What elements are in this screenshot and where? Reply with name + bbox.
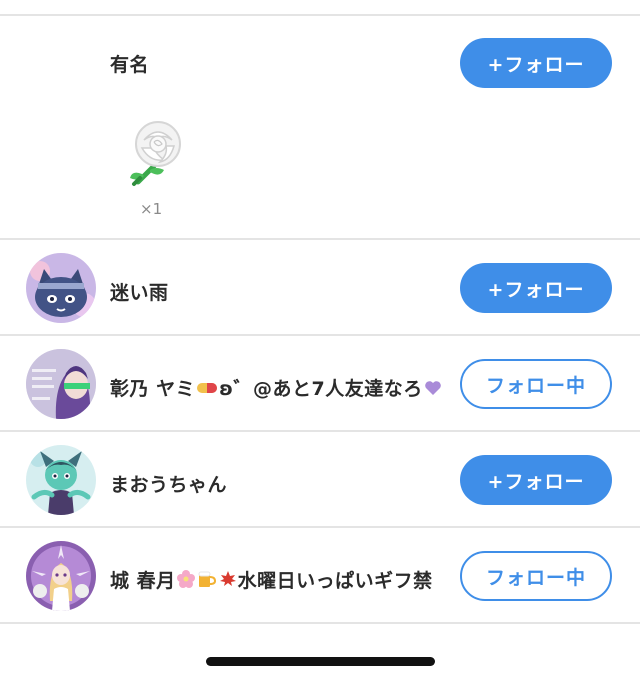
user-name[interactable]: まおうちゃん xyxy=(110,470,227,497)
pill-icon xyxy=(196,379,218,401)
user-name[interactable]: 彰乃 ヤミ ʚ゛@あと7人友達なろ xyxy=(110,374,443,401)
green-demon-character-avatar[interactable] xyxy=(26,445,96,515)
cherry-blossom-icon xyxy=(176,570,195,593)
user-name-part: 水曜日いっぱいギフ禁 xyxy=(237,570,433,592)
follow-button[interactable]: +フォロー xyxy=(460,38,612,88)
following-button[interactable]: フォロー中 xyxy=(460,551,612,601)
divider xyxy=(0,622,640,624)
home-indicator[interactable] xyxy=(206,657,435,666)
list-item: まおうちゃん +フォロー xyxy=(0,432,640,526)
maple-leaf-icon xyxy=(219,570,237,593)
list-item: 城 春月 水曜日いっぱいギフ禁 フォロー中 xyxy=(0,528,640,622)
white-rose-icon xyxy=(120,114,190,194)
cat-character-avatar[interactable] xyxy=(26,253,96,323)
list-item: 彰乃 ヤミ ʚ゛@あと7人友達なろ フォロー中 xyxy=(0,336,640,430)
user-name-part: 城 春月 xyxy=(110,570,176,592)
user-name[interactable]: 城 春月 水曜日いっぱいギフ禁 xyxy=(110,566,433,593)
user-name[interactable]: 有名 xyxy=(110,50,149,77)
blonde-girl-character-avatar[interactable] xyxy=(26,541,96,611)
follow-button[interactable]: +フォロー xyxy=(460,455,612,505)
beer-icon xyxy=(197,570,217,593)
follow-button[interactable]: +フォロー xyxy=(460,263,612,313)
list-item: 迷い雨 +フォロー xyxy=(0,240,640,334)
user-name-part: 彰乃 ヤミ xyxy=(110,378,196,400)
gift-count: ×1 xyxy=(140,200,163,218)
purple-hair-character-avatar[interactable] xyxy=(26,349,96,419)
user-name[interactable]: 迷い雨 xyxy=(110,278,169,305)
list-item: 有名 +フォロー ×1 xyxy=(0,16,640,238)
user-name-part: ʚ゛@あと7人友達なろ xyxy=(219,378,423,400)
follower-list-screen: 有名 +フォロー ×1 迷い雨 +フォロー 彰乃 ヤミ ʚ゛@あと7人友達なろ … xyxy=(0,0,640,680)
purple-heart-icon xyxy=(424,379,442,401)
following-button[interactable]: フォロー中 xyxy=(460,359,612,409)
